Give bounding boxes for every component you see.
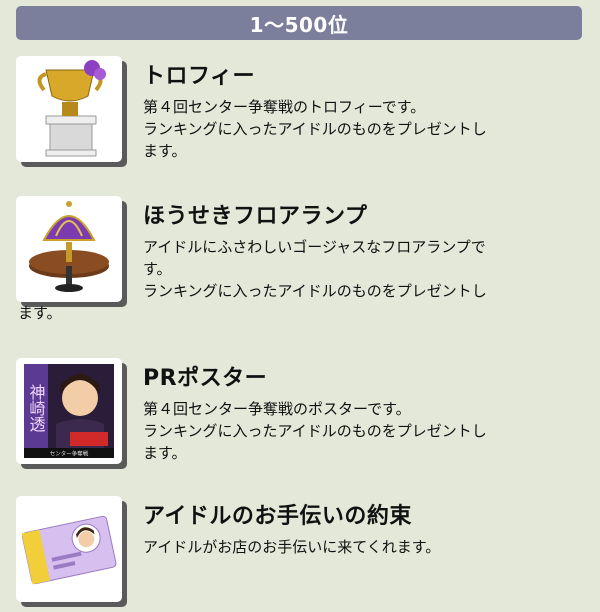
description-line: す。 <box>143 260 172 278</box>
description-line: アイドルにふさわしいゴージャスなフロアランプで <box>143 238 486 256</box>
item-title: ほうせきフロアランプ <box>143 204 368 229</box>
poster-thumbnail: 神崎透 センター争奪戦 <box>16 358 122 464</box>
item-description: 第４回センター争奪戦のポスターです。 ランキングに入ったアイドルのものをプレゼン… <box>143 398 583 464</box>
poster-icon: 神崎透 センター争奪戦 <box>24 364 114 458</box>
description-line: ます。 <box>18 304 62 322</box>
item-title: PRポスター <box>143 366 268 391</box>
rank-range-header: 1～500位 <box>16 6 582 40</box>
description-line: ランキングに入ったアイドルのものをプレゼントし <box>143 422 487 440</box>
description-line: 第４回センター争奪戦のポスターです。 <box>143 400 411 418</box>
floor-lamp-icon <box>29 201 109 292</box>
description-line: アイドルがお店のお手伝いに来てくれます。 <box>143 538 441 556</box>
ticket-icon <box>21 515 117 585</box>
description-line: 第４回センター争奪戦のトロフィーです。 <box>143 98 426 116</box>
item-title: トロフィー <box>143 64 256 89</box>
poster-footer-text: センター争奪戦 <box>50 450 89 458</box>
description-line: ます。 <box>143 444 187 462</box>
item-description: 第４回センター争奪戦のトロフィーです。 ランキングに入ったアイドルのものをプレゼ… <box>143 96 583 162</box>
ticket-thumbnail <box>16 496 122 602</box>
poster-name-text: 神崎透 <box>27 384 46 433</box>
trophy-thumbnail <box>16 56 122 162</box>
item-description: アイドルにふさわしいゴージャスなフロアランプで す。 ランキングに入ったアイドル… <box>143 236 583 302</box>
trophy-icon <box>37 60 106 157</box>
description-line: ランキングに入ったアイドルのものをプレゼントし <box>143 120 487 138</box>
description-line: ます。 <box>143 142 187 160</box>
item-description: アイドルがお店のお手伝いに来てくれます。 <box>143 536 583 558</box>
floor-lamp-thumbnail <box>16 196 122 302</box>
description-line: ランキングに入ったアイドルのものをプレゼントし <box>143 282 487 300</box>
item-title: アイドルのお手伝いの約束 <box>143 504 412 529</box>
rank-range-title: 1～500位 <box>249 12 349 37</box>
